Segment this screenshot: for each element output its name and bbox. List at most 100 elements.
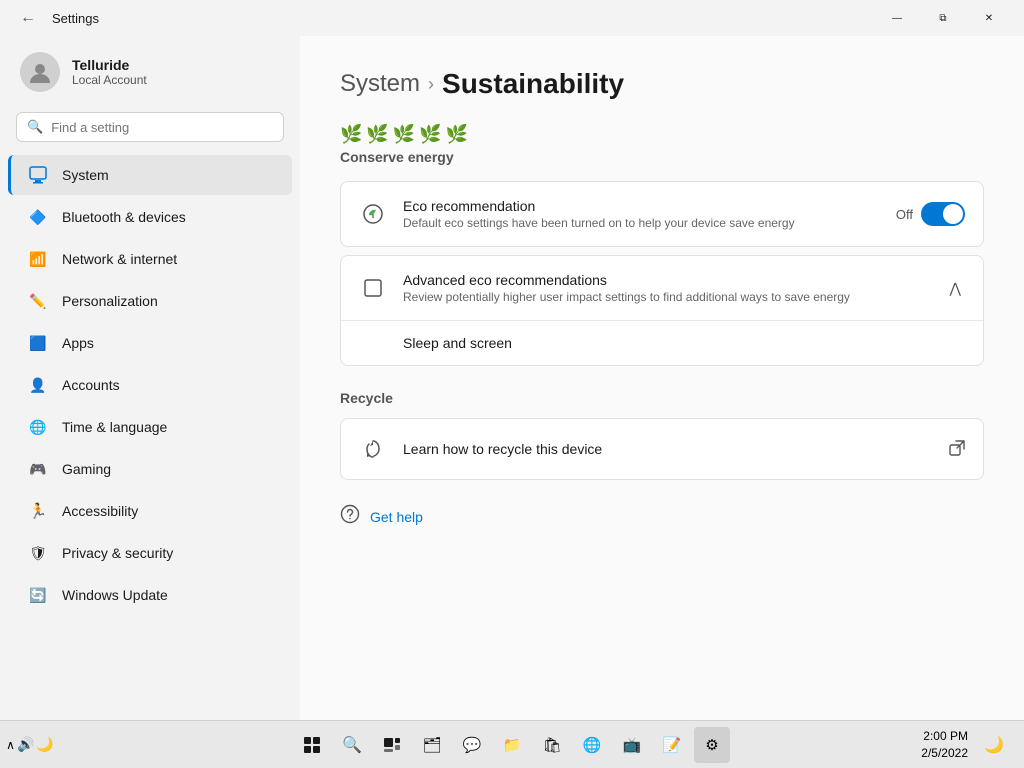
sound-icon: 🔊 (17, 736, 34, 753)
sidebar-item-gaming[interactable]: 🎮 Gaming (8, 449, 292, 489)
privacy-icon: 🛡 (28, 543, 48, 563)
leaf-icon-4: 🌿 (419, 124, 441, 145)
sidebar-item-windows-update[interactable]: 🔄 Windows Update (8, 575, 292, 615)
sidebar-label-time: Time & language (62, 419, 167, 435)
notification-button[interactable]: 🌙 (976, 727, 1012, 763)
get-help-label[interactable]: Get help (370, 509, 423, 525)
leaf-icon-2: 🌿 (366, 124, 388, 145)
sidebar-item-system[interactable]: System (8, 155, 292, 195)
minimize-button[interactable]: — (874, 2, 920, 34)
toggle-off-label: Off (896, 207, 913, 222)
titlebar-controls: — ⧉ ✕ (874, 2, 1012, 34)
get-help-icon (340, 504, 360, 529)
get-help[interactable]: Get help (340, 504, 423, 529)
sidebar-item-accessibility[interactable]: 🏃 Accessibility (8, 491, 292, 531)
sidebar-label-gaming: Gaming (62, 461, 111, 477)
eco-toggle[interactable] (921, 202, 965, 226)
eco-recommendation-desc: Default eco settings have been turned on… (403, 216, 880, 230)
sleep-and-screen-row[interactable]: Sleep and screen (341, 320, 983, 365)
breadcrumb-parent[interactable]: System (340, 70, 420, 98)
file-explorer-button[interactable]: 📁 (494, 727, 530, 763)
sidebar-item-privacy[interactable]: 🛡 Privacy & security (8, 533, 292, 573)
main-content: System › Sustainability 🌿 🌿 🌿 🌿 🌿 Conser… (300, 36, 1024, 720)
store-button[interactable]: 🛍 (534, 727, 570, 763)
breadcrumb-current: Sustainability (442, 68, 624, 100)
widgets-button[interactable]: 🗂 (414, 727, 450, 763)
system-icon (28, 165, 48, 185)
taskbar-center: 🔍 🗂 💬 📁 🛍 🌐 📺 📝 ⚙ (294, 727, 730, 763)
leaf-icons: 🌿 🌿 🌿 🌿 🌿 (340, 124, 984, 145)
sidebar-label-privacy: Privacy & security (62, 545, 173, 561)
leaf-icon-5: 🌿 (446, 124, 468, 145)
advanced-eco-card: Advanced eco recommendations Review pote… (340, 255, 984, 366)
settings-taskbar-button[interactable]: ⚙ (694, 727, 730, 763)
titlebar: ← Settings — ⧉ ✕ (0, 0, 1024, 36)
taskbar-left: ∧ 🔊 🌙 (12, 727, 48, 763)
tray-up-icon: ∧ (6, 738, 15, 752)
start-button[interactable] (294, 727, 330, 763)
taskbar-time: 2:00 PM (921, 728, 968, 745)
night-mode-icon: 🌙 (36, 736, 53, 753)
sidebar-item-bluetooth[interactable]: 🔷 Bluetooth & devices (8, 197, 292, 237)
user-section[interactable]: Telluride Local Account (0, 36, 300, 108)
user-name: Telluride (72, 57, 147, 73)
gaming-icon: 🎮 (28, 459, 48, 479)
sidebar-label-accessibility: Accessibility (62, 503, 138, 519)
eco-recommendation-row[interactable]: Eco recommendation Default eco settings … (341, 182, 983, 246)
eco-recommendation-text: Eco recommendation Default eco settings … (403, 198, 880, 230)
eco-recommendation-card: Eco recommendation Default eco settings … (340, 181, 984, 247)
eco-recommendation-control: Off (896, 202, 965, 226)
sidebar: Telluride Local Account 🔍 System 🔷 Bluet… (0, 36, 300, 720)
task-view-button[interactable] (374, 727, 410, 763)
taskbar-date: 2/5/2022 (921, 745, 968, 762)
taskbar: ∧ 🔊 🌙 🔍 🗂 💬 📁 🛍 🌐 📺 (0, 720, 1024, 768)
leaf-icon-3: 🌿 (393, 124, 415, 145)
recycle-card: Learn how to recycle this device (340, 418, 984, 480)
time-icon: 🌐 (28, 417, 48, 437)
accessibility-icon: 🏃 (28, 501, 48, 521)
recycle-section: Recycle Learn how to recycle this device (340, 390, 984, 480)
advanced-eco-title: Advanced eco recommendations (403, 272, 930, 288)
recycle-device-label: Learn how to recycle this device (403, 441, 933, 457)
personalization-icon: ✏️ (28, 291, 48, 311)
recycle-text: Learn how to recycle this device (403, 441, 933, 457)
titlebar-left: ← Settings (12, 5, 99, 31)
sidebar-item-network[interactable]: 📶 Network & internet (8, 239, 292, 279)
media-button[interactable]: 📺 (614, 727, 650, 763)
advanced-eco-text: Advanced eco recommendations Review pote… (403, 272, 930, 304)
edge-button[interactable]: 🌐 (574, 727, 610, 763)
notepad-button[interactable]: 📝 (654, 727, 690, 763)
search-box[interactable]: 🔍 (16, 112, 284, 142)
sidebar-label-network: Network & internet (62, 251, 177, 267)
breadcrumb: System › Sustainability (340, 68, 984, 100)
user-account: Local Account (72, 73, 147, 87)
back-button[interactable]: ← (12, 5, 44, 31)
recycle-row[interactable]: Learn how to recycle this device (341, 419, 983, 479)
network-icon: 📶 (28, 249, 48, 269)
conserve-energy-label: Conserve energy (340, 149, 984, 165)
sidebar-item-time[interactable]: 🌐 Time & language (8, 407, 292, 447)
chat-button[interactable]: 💬 (454, 727, 490, 763)
eco-recommendation-title: Eco recommendation (403, 198, 880, 214)
taskbar-search-button[interactable]: 🔍 (334, 727, 370, 763)
taskbar-clock[interactable]: 2:00 PM 2/5/2022 (921, 728, 968, 762)
restore-button[interactable]: ⧉ (920, 2, 966, 34)
sidebar-label-bluetooth: Bluetooth & devices (62, 209, 186, 225)
sidebar-label-system: System (62, 167, 109, 183)
user-info: Telluride Local Account (72, 57, 147, 87)
search-input[interactable] (51, 120, 273, 135)
advanced-eco-chevron[interactable]: ⋀ (946, 276, 965, 301)
advanced-eco-row[interactable]: Advanced eco recommendations Review pote… (341, 256, 983, 320)
close-button[interactable]: ✕ (966, 2, 1012, 34)
sidebar-item-personalization[interactable]: ✏️ Personalization (8, 281, 292, 321)
toggle-thumb (943, 204, 963, 224)
search-icon: 🔍 (27, 119, 43, 135)
sidebar-item-apps[interactable]: 🟦 Apps (8, 323, 292, 363)
sidebar-label-accounts: Accounts (62, 377, 120, 393)
sidebar-item-accounts[interactable]: 👤 Accounts (8, 365, 292, 405)
recycle-label: Recycle (340, 390, 984, 406)
sidebar-label-windows-update: Windows Update (62, 587, 168, 603)
avatar (20, 52, 60, 92)
system-tray-icons[interactable]: ∧ 🔊 🌙 (12, 727, 48, 763)
sidebar-label-personalization: Personalization (62, 293, 158, 309)
